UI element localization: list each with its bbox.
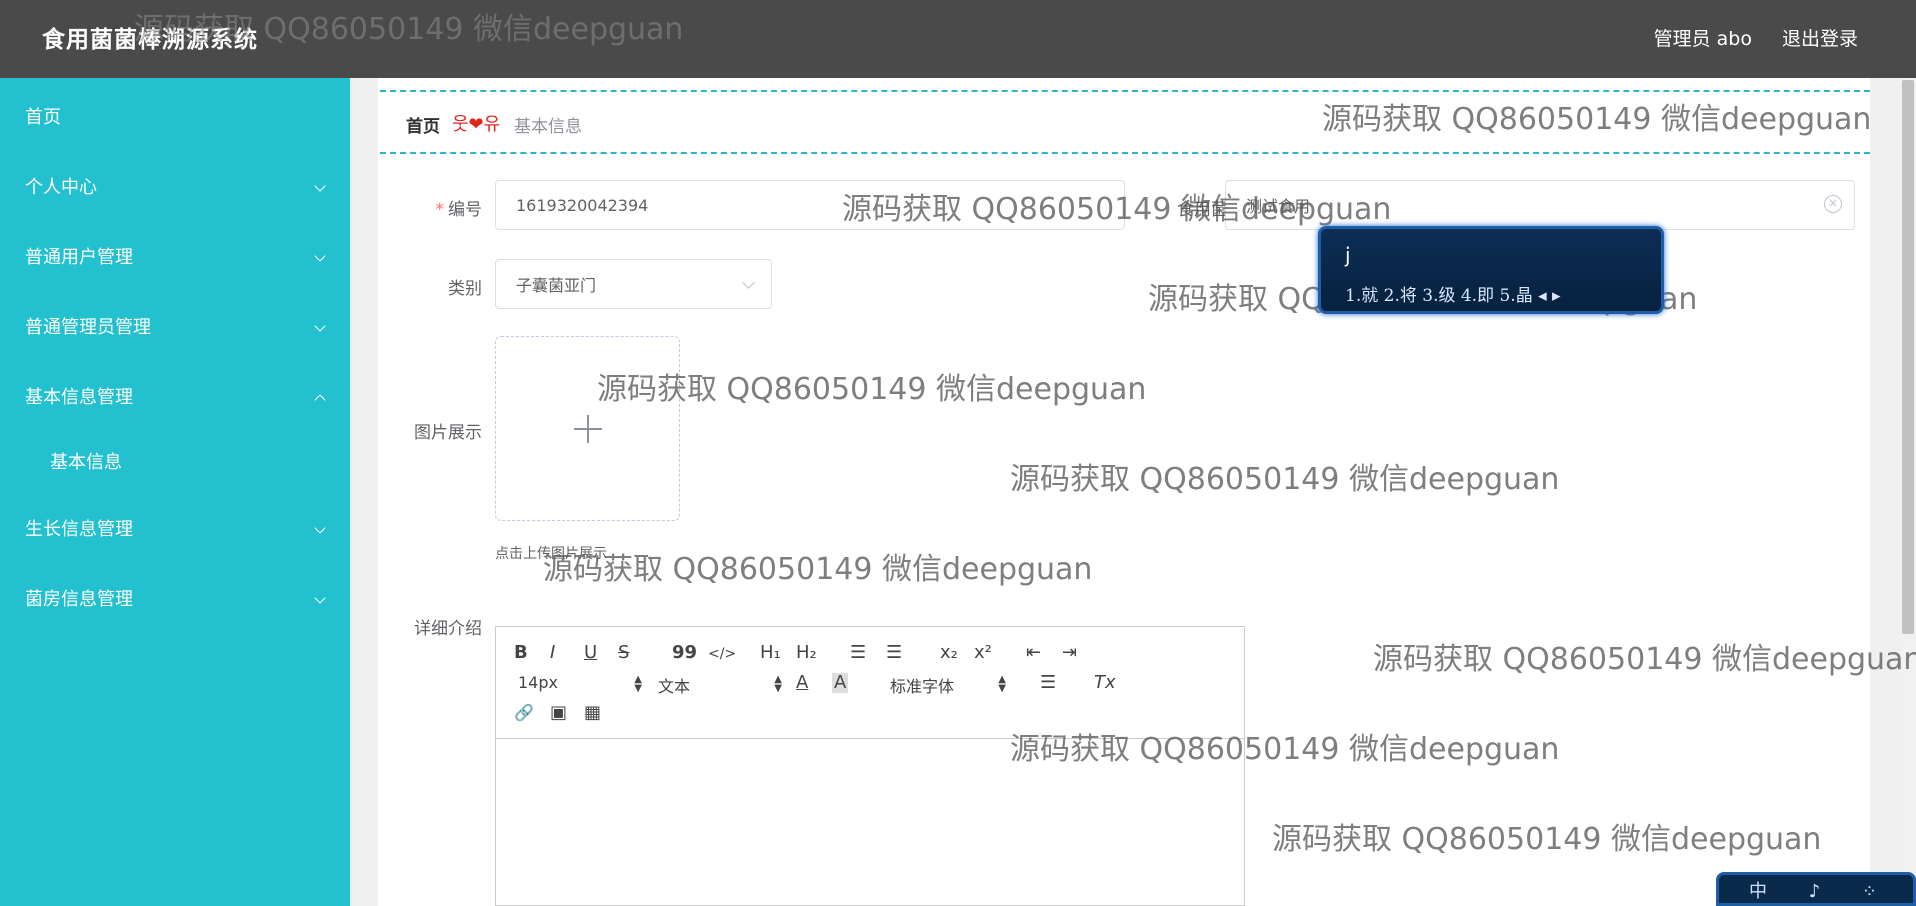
ordered-list-button[interactable]: ☰ — [850, 643, 866, 663]
underline-button[interactable]: U — [584, 643, 597, 663]
sidebar-item-user-management[interactable]: 普通用户管理 — [0, 230, 350, 280]
superscript-button[interactable]: x² — [974, 643, 992, 663]
breadcrumb-current: 基本信息 — [514, 117, 582, 137]
chevron-down-icon — [314, 180, 326, 192]
chevron-down-icon — [314, 250, 326, 262]
code-value: 1619320042394 — [516, 195, 649, 215]
required-marker: * — [435, 200, 445, 220]
editor-toolbar: B I U S 99 </> H₁ H₂ ☰ ☰ x₂ x² ⇤ ⇥ 14px … — [496, 627, 1244, 739]
ime-candidate-window[interactable]: j 1.就 2.将 3.级 4.即 5.晶 ◂ ▸ — [1318, 226, 1664, 314]
chevron-up-icon — [314, 394, 326, 406]
chevron-down-icon — [742, 276, 755, 289]
code-block-button[interactable]: </> — [708, 644, 736, 664]
breadcrumb-home[interactable]: 首页 — [406, 112, 440, 137]
font-family-select[interactable]: 标准字体 ▲ ▼ — [890, 673, 1006, 697]
chevron-down-icon — [314, 522, 326, 534]
code-label: * 编号 — [410, 195, 483, 220]
category-label: 类别 — [448, 279, 482, 299]
sidebar-item-label: 普通用户管理 — [25, 247, 133, 268]
font-color-button[interactable]: A — [796, 673, 808, 693]
sidebar-item-basic-info[interactable]: 基本信息 — [0, 435, 350, 485]
h2-button[interactable]: H₂ — [796, 643, 817, 663]
strike-button[interactable]: S — [618, 643, 629, 663]
header-user-area: 管理员 abo 退出登录 — [1654, 24, 1858, 51]
breadcrumb: 首页 웃❤유 基本信息 — [380, 90, 1870, 154]
sidebar-item-label: 普通管理员管理 — [25, 317, 151, 338]
sidebar: 首页 个人中心 普通用户管理 普通管理员管理 基本信息管理 基本信息 生长信息管… — [0, 78, 350, 906]
category-value: 子囊菌亚门 — [516, 276, 597, 295]
indent-button[interactable]: ⇥ — [1062, 643, 1077, 663]
sidebar-item-label: 菌房信息管理 — [25, 589, 133, 610]
background-color-button[interactable]: A — [832, 673, 849, 693]
video-button[interactable]: ▦ — [584, 703, 601, 723]
code-label-text: 编号 — [448, 200, 482, 220]
image-button[interactable]: ▣ — [550, 703, 567, 723]
bold-button[interactable]: B — [514, 643, 528, 663]
detail-label: 详细介绍 — [414, 619, 482, 639]
name-value: 测试食用 — [1246, 197, 1311, 216]
subscript-button[interactable]: x₂ — [940, 643, 958, 663]
sidebar-item-room-info-management[interactable]: 菌房信息管理 — [0, 572, 350, 622]
plus-icon-vertical — [587, 415, 589, 443]
outdent-button[interactable]: ⇤ — [1026, 643, 1041, 663]
header-select-value: 文本 — [658, 677, 691, 696]
clear-icon[interactable]: × — [1824, 195, 1842, 213]
app-title: 食用菌菌棒溯源系统 — [42, 27, 258, 53]
admin-user-label[interactable]: 管理员 abo — [1654, 24, 1752, 51]
align-button[interactable]: ☰ — [1040, 673, 1056, 693]
font-family-value: 标准字体 — [890, 677, 955, 696]
bullet-list-button[interactable]: ☰ — [886, 643, 902, 663]
name-label: 食用菌 — [1177, 200, 1228, 220]
image-label: 图片展示 — [414, 423, 482, 443]
blockquote-button[interactable]: 99 — [672, 643, 697, 663]
updown-icon: ▲ ▼ — [774, 674, 782, 694]
chevron-down-icon — [314, 320, 326, 332]
sidebar-item-label: 个人中心 — [25, 177, 97, 198]
sidebar-item-basic-info-management[interactable]: 基本信息管理 — [0, 370, 350, 420]
sidebar-item-label: 基本信息 — [50, 452, 122, 473]
code-input[interactable]: 1619320042394 — [495, 180, 1125, 230]
sidebar-item-growth-info-management[interactable]: 生长信息管理 — [0, 502, 350, 552]
category-select[interactable]: 子囊菌亚门 — [495, 259, 772, 309]
sidebar-item-personal-center[interactable]: 个人中心 — [0, 160, 350, 210]
sidebar-item-label: 基本信息管理 — [25, 387, 133, 408]
scrollbar-thumb[interactable] — [1902, 80, 1914, 634]
upload-tip: 点击上传图片展示 — [495, 546, 607, 562]
italic-button[interactable]: I — [550, 643, 555, 663]
clean-format-button[interactable]: Tx — [1094, 673, 1116, 693]
ime-candidates[interactable]: 1.就 2.将 3.级 4.即 5.晶 ◂ ▸ — [1345, 281, 1561, 306]
header-select[interactable]: 文本 ▲ ▼ — [658, 673, 782, 697]
sidebar-item-admin-management[interactable]: 普通管理员管理 — [0, 300, 350, 350]
editor-content-area[interactable] — [496, 739, 1244, 905]
ime-status-bar[interactable]: 中 ♪ ⁘ ⚙ — [1716, 872, 1916, 906]
sidebar-item-home[interactable]: 首页 — [0, 90, 350, 140]
logout-button[interactable]: 退出登录 — [1782, 24, 1858, 51]
updown-icon: ▲ ▼ — [998, 674, 1006, 694]
font-size-select[interactable]: 14px ▲ ▼ — [518, 673, 642, 694]
breadcrumb-separator: 웃❤유 — [452, 114, 501, 135]
sidebar-item-label: 首页 — [25, 107, 61, 128]
chevron-down-icon — [314, 592, 326, 604]
font-size-value: 14px — [518, 673, 558, 692]
link-button[interactable]: 🔗 — [514, 703, 534, 723]
rich-text-editor: B I U S 99 </> H₁ H₂ ☰ ☰ x₂ x² ⇤ ⇥ 14px … — [495, 626, 1245, 906]
h1-button[interactable]: H₁ — [760, 643, 781, 663]
ime-input-text: j — [1345, 243, 1351, 267]
name-input[interactable]: 测试食用 × — [1225, 180, 1855, 230]
top-header: 食用菌菌棒溯源系统 管理员 abo 退出登录 — [0, 0, 1916, 78]
image-upload[interactable] — [495, 336, 680, 521]
sidebar-item-label: 生长信息管理 — [25, 519, 133, 540]
updown-icon: ▲ ▼ — [634, 674, 642, 694]
